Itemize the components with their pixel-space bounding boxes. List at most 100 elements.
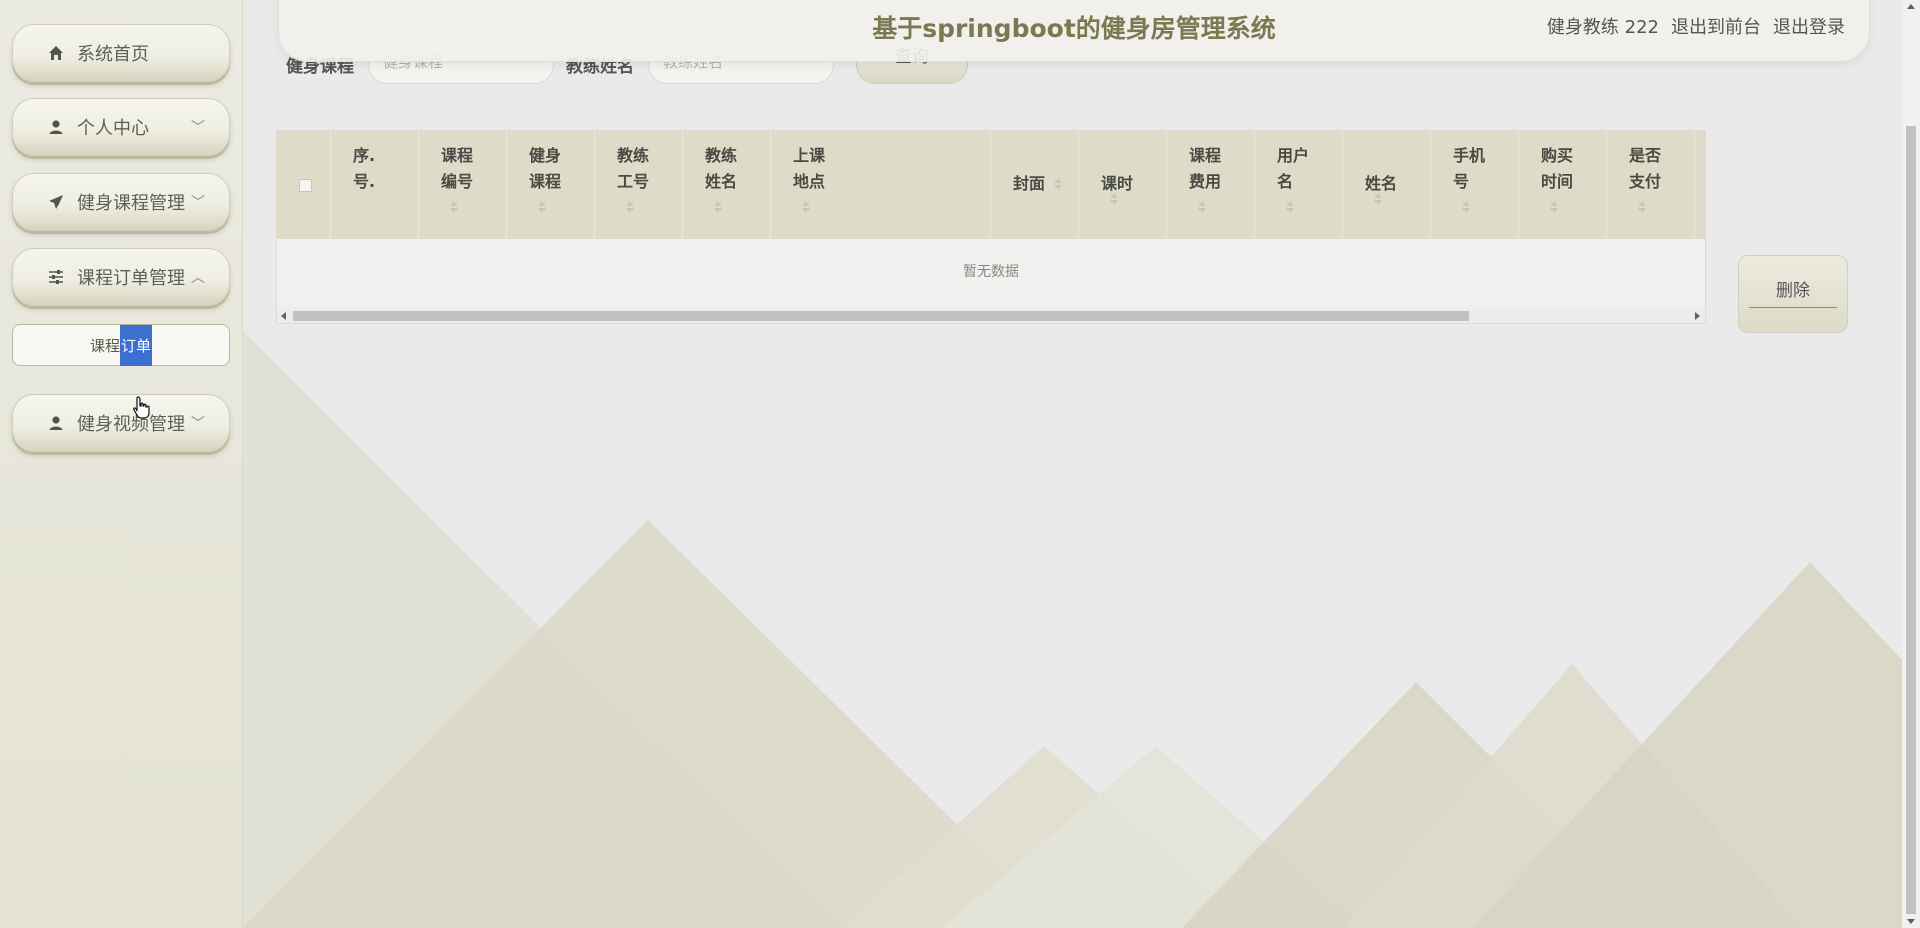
sort-icon[interactable]	[801, 201, 811, 215]
logout-link[interactable]: 退出登录	[1773, 13, 1845, 39]
column-header-line: 手机	[1453, 146, 1486, 165]
sort-icon[interactable]	[537, 201, 547, 215]
column-header-line: 课程	[441, 146, 474, 165]
sidebar-item-orders[interactable]: 课程订单管理 ︿	[12, 248, 230, 306]
sliders-icon	[47, 268, 65, 286]
empty-text: 暂无数据	[963, 264, 1019, 280]
sidebar-subitem-course-orders[interactable]: 课程 订单	[12, 324, 230, 366]
scroll-up-icon[interactable]	[1907, 4, 1915, 9]
column-header-line: 号	[1453, 172, 1470, 191]
sort-icon[interactable]	[1461, 201, 1471, 215]
scroll-right-icon[interactable]	[1695, 312, 1700, 320]
column-header-label: 健身 课程	[529, 143, 569, 195]
orders-table: 序. 号. 课程 编号 健身 课程 教练 工号 教练 姓名 上课 地点 封面 课时 课程 费用 用户名姓名 手机号…	[276, 130, 1706, 324]
column-header-line: 时间	[1541, 172, 1574, 191]
sidebar-item-profile[interactable]: 个人中心 ﹀	[12, 98, 230, 156]
sort-icon[interactable]	[1109, 193, 1119, 207]
table-column-header[interactable]: 操作	[1695, 131, 1705, 239]
user-icon	[47, 118, 65, 136]
sort-icon[interactable]	[1373, 193, 1383, 207]
column-header-label: 上课 地点	[793, 143, 833, 195]
table-column-header[interactable]: 序. 号.	[331, 131, 419, 239]
sort-icon[interactable]	[1549, 201, 1559, 215]
table-column-header[interactable]: 手机号	[1431, 131, 1519, 239]
column-header-label: 用户名	[1277, 143, 1317, 195]
table-column-header[interactable]: 课程 费用	[1167, 131, 1255, 239]
column-header-line: 编号	[441, 172, 474, 191]
column-header-label: 课程 编号	[441, 143, 481, 195]
table-column-header[interactable]: 用户名	[1255, 131, 1343, 239]
table-column-header[interactable]: 课程 编号	[419, 131, 507, 239]
chevron-down-icon: ﹀	[191, 195, 205, 211]
table-column-header[interactable]: 封面	[991, 131, 1079, 239]
table-column-header[interactable]: 课时	[1079, 131, 1167, 239]
select-all-column	[277, 131, 331, 239]
column-header-line: 课程	[1189, 146, 1222, 165]
sort-icon[interactable]	[713, 201, 723, 215]
column-header-label: 序. 号.	[353, 143, 393, 195]
column-header-label: 手机号	[1453, 143, 1493, 195]
table-column-header[interactable]: 教练 工号	[595, 131, 683, 239]
column-header-line: 用户	[1277, 146, 1310, 165]
sort-icon[interactable]	[449, 201, 459, 215]
column-header-label: 课程 费用	[1189, 143, 1229, 195]
horizontal-scrollbar[interactable]	[277, 309, 1705, 323]
column-header-line: 封面	[1013, 174, 1046, 193]
select-all-checkbox[interactable]	[299, 179, 312, 192]
home-icon	[47, 44, 65, 62]
sidebar-item-label: 系统首页	[77, 44, 149, 65]
column-header-line: 教练	[705, 146, 738, 165]
sidebar-item-home[interactable]: 系统首页	[12, 24, 230, 82]
column-header-line: 工号	[617, 172, 650, 191]
column-header-label: 教练 工号	[617, 143, 657, 195]
delete-button[interactable]: 删除	[1738, 255, 1848, 333]
chevron-down-icon: ﹀	[191, 120, 205, 136]
header-links: 健身教练 222 退出到前台 退出登录	[1547, 13, 1845, 39]
table-header: 序. 号. 课程 编号 健身 课程 教练 工号 教练 姓名 上课 地点 封面 课时 课程 费用 用户名姓名 手机号…	[277, 131, 1705, 239]
table-column-header[interactable]: 是否 支付	[1607, 131, 1695, 239]
column-header-line: 地点	[793, 172, 826, 191]
hand-cursor-icon	[133, 396, 150, 419]
table-column-header[interactable]: 上课 地点	[771, 131, 991, 239]
sidebar-item-label: 课程订单管理	[77, 268, 185, 289]
column-header-line: 上课	[793, 146, 826, 165]
scrollbar-thumb[interactable]	[293, 311, 1469, 321]
table-column-header[interactable]: 购买 时间	[1519, 131, 1607, 239]
scroll-down-icon[interactable]	[1907, 919, 1915, 924]
sidebar-item-label: 健身课程管理	[77, 193, 185, 214]
column-header-line: 序.	[353, 146, 376, 165]
column-header-line: 购买	[1541, 146, 1574, 165]
sidebar-item-courses[interactable]: 健身课程管理 ﹀	[12, 173, 230, 231]
column-header-line: 费用	[1189, 172, 1222, 191]
column-header-label: 教练 姓名	[705, 143, 745, 195]
sidebar-item-label: 健身视频管理	[77, 414, 185, 435]
sort-icon[interactable]	[1285, 201, 1295, 215]
user-icon	[47, 414, 65, 432]
sort-icon[interactable]	[1197, 201, 1207, 215]
table-column-header[interactable]: 教练 姓名	[683, 131, 771, 239]
column-header-line: 号.	[353, 172, 376, 191]
current-user: 健身教练 222	[1546, 17, 1659, 38]
back-to-front-link[interactable]: 退出到前台	[1671, 13, 1761, 39]
column-header-line: 姓名	[705, 172, 738, 191]
vertical-scrollbar[interactable]	[1902, 0, 1920, 928]
scrollbar-thumb[interactable]	[1906, 126, 1916, 914]
column-header-line: 名	[1277, 172, 1294, 191]
sort-icon[interactable]	[1637, 201, 1647, 215]
column-header-line: 是否	[1629, 146, 1662, 165]
column-header-line: 健身	[529, 146, 562, 165]
sidebar-item-videos[interactable]: 健身视频管理 ﹀	[12, 394, 230, 452]
column-header-line: 支付	[1629, 172, 1662, 191]
table-column-header[interactable]: 姓名	[1343, 131, 1431, 239]
column-header-line: 教练	[617, 146, 650, 165]
selected-text: 订单	[120, 324, 153, 366]
sidebar-item-label: 个人中心	[77, 118, 149, 139]
column-header-label: 购买 时间	[1541, 143, 1581, 195]
table-column-header[interactable]: 健身 课程	[507, 131, 595, 239]
column-header-label: 封面	[1013, 171, 1073, 197]
send-icon	[47, 193, 65, 211]
column-header-line: 课程	[529, 172, 562, 191]
sort-icon[interactable]	[625, 201, 635, 215]
scroll-left-icon[interactable]	[281, 312, 286, 320]
sort-icon[interactable]	[1053, 178, 1063, 192]
